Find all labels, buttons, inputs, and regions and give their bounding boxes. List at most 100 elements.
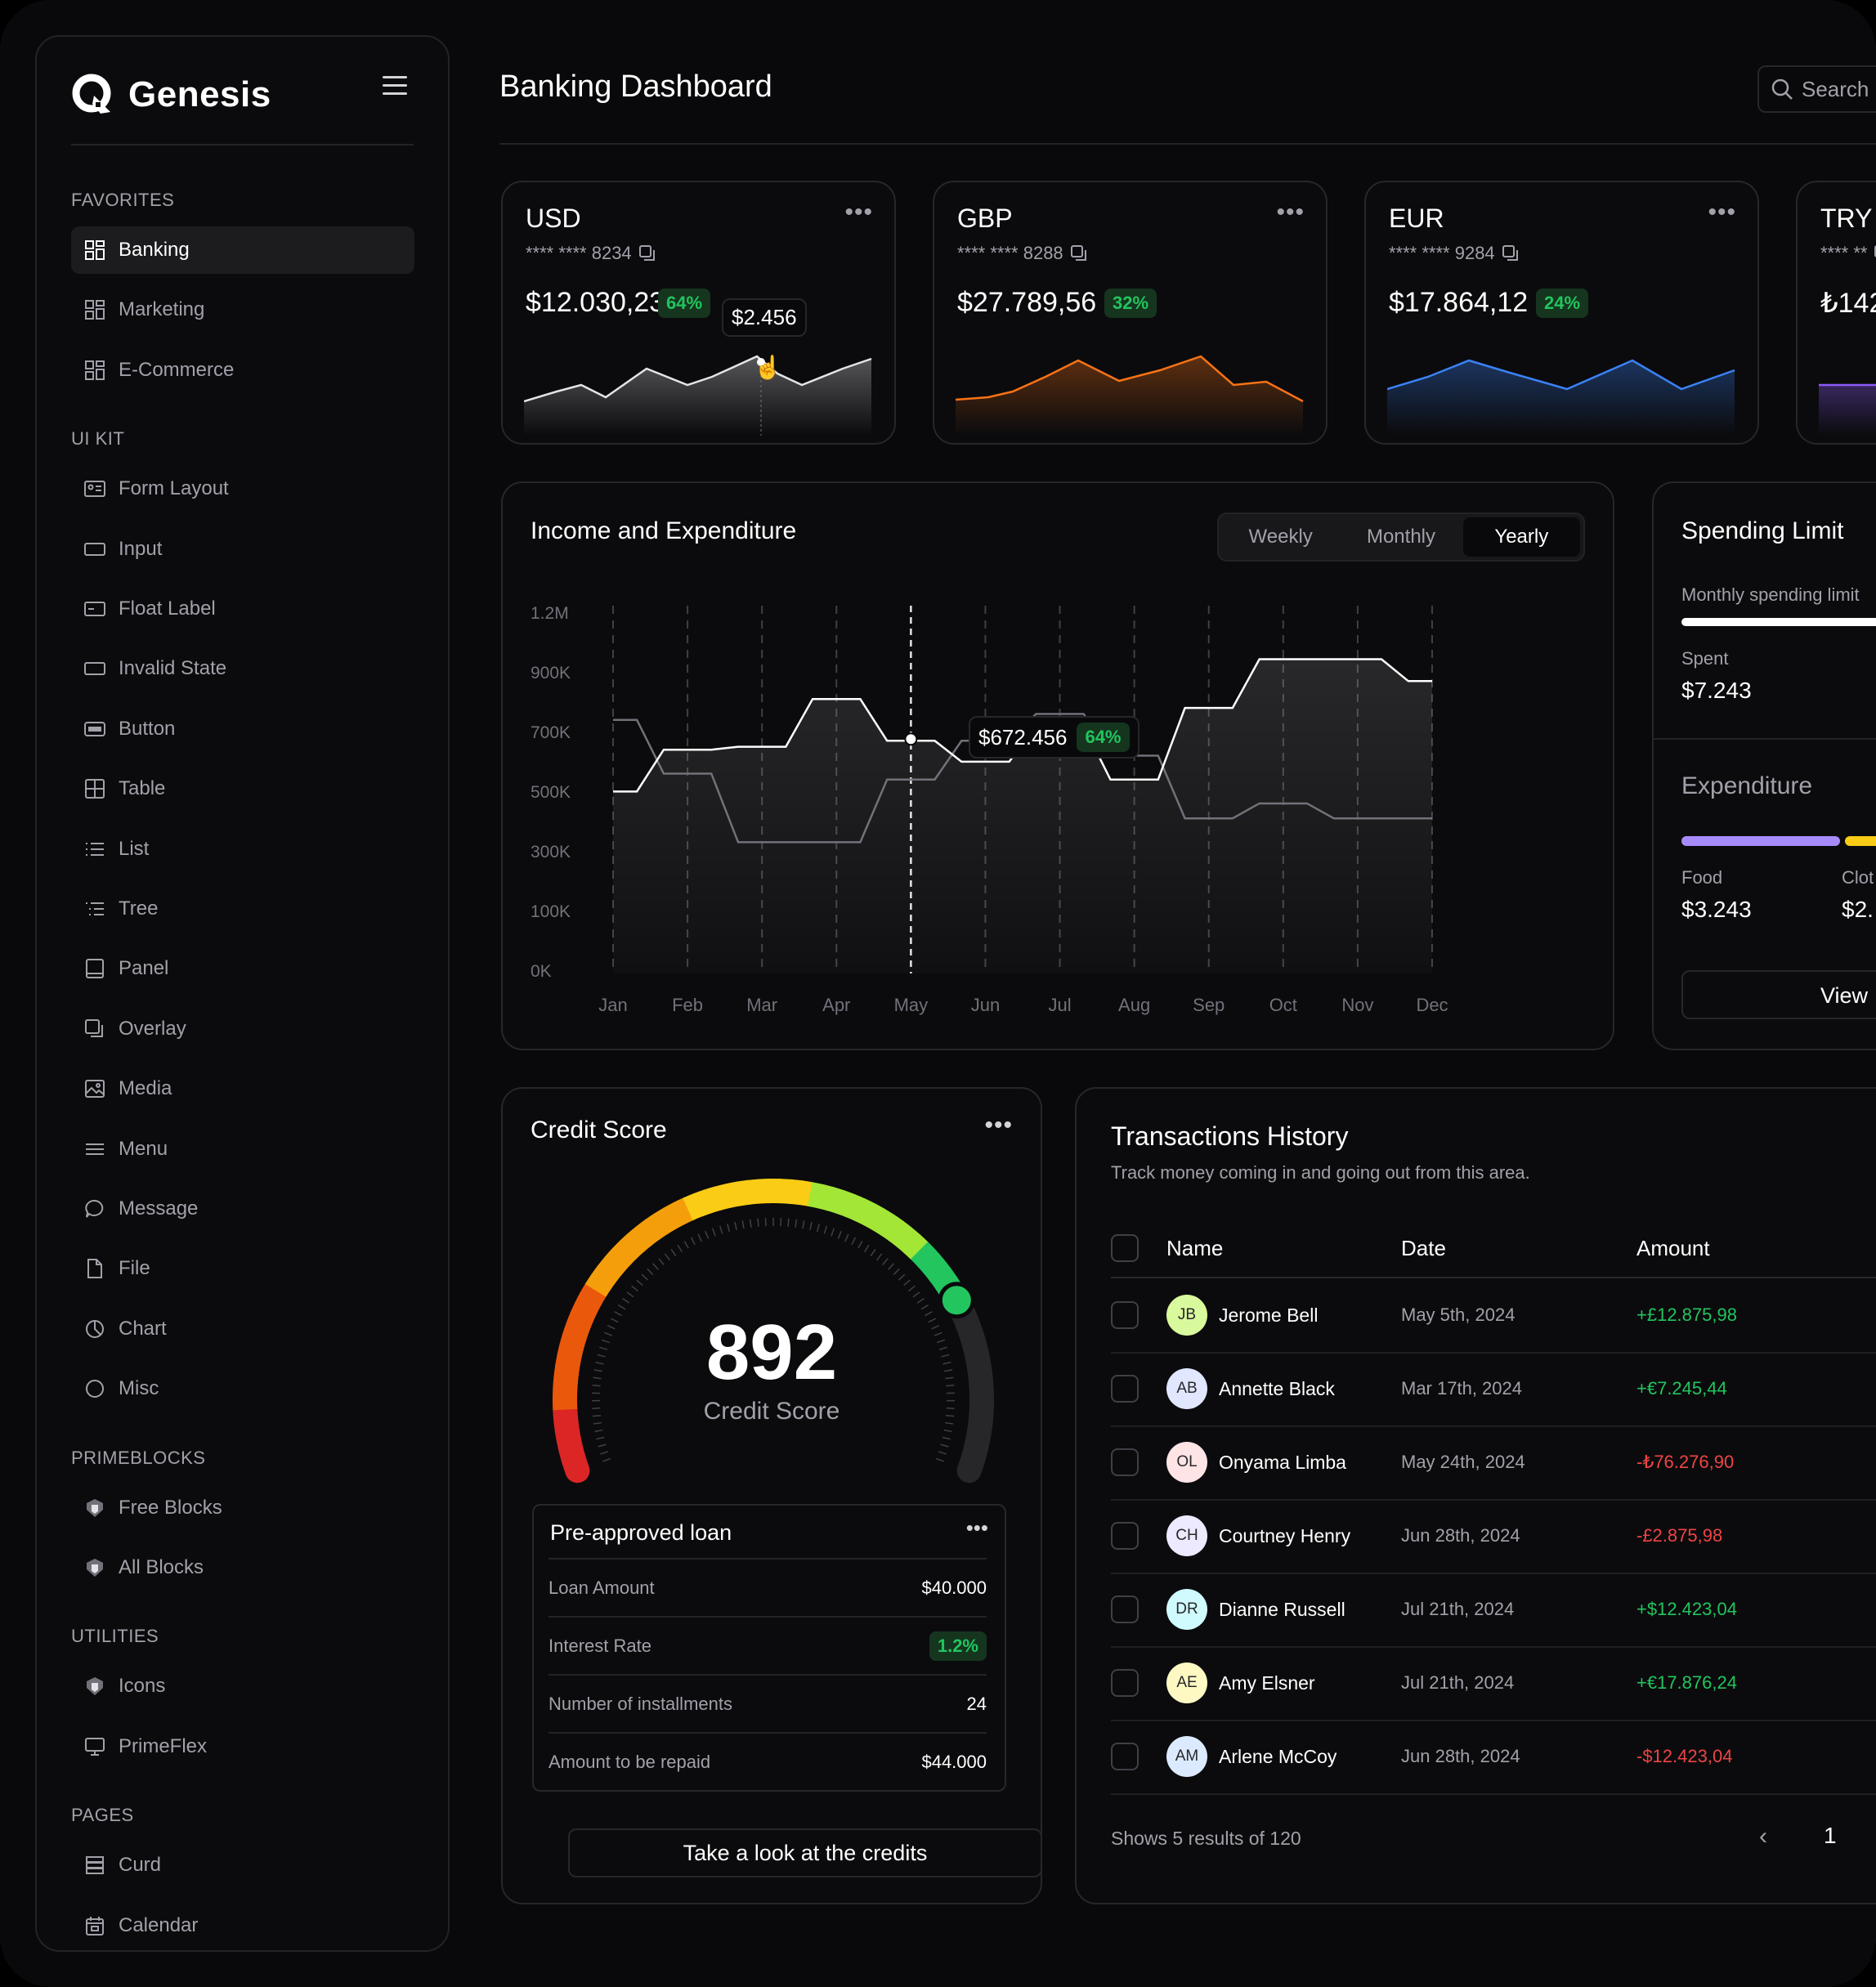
sparkline-area — [1819, 385, 1876, 436]
table-row[interactable]: DR Dianne Russell Jul 21th, 2024 +$12.42… — [1111, 1573, 1876, 1648]
sidebar-item-calendar[interactable]: Calendar — [71, 1902, 414, 1949]
sidebar-item-menu[interactable]: Menu — [71, 1126, 414, 1173]
currency-card-gbp[interactable]: GBP ••• **** **** 8288 $27.789,56 32% — [933, 181, 1328, 445]
sidebar-item-label: Table — [119, 777, 166, 800]
gauge-tick — [622, 1297, 630, 1304]
sidebar-item-curd[interactable]: Curd — [71, 1842, 414, 1889]
gauge-tick — [647, 1268, 654, 1276]
table-row[interactable]: AM Arlene McCoy Jun 28th, 2024 -$12.423,… — [1111, 1720, 1876, 1795]
row-checkbox[interactable] — [1111, 1743, 1139, 1770]
sidebar-item-overlay[interactable]: Overlay — [71, 1005, 414, 1053]
sidebar-item-label: Media — [119, 1077, 172, 1100]
gauge-fill-segment — [808, 1182, 825, 1209]
table-row[interactable]: AE Amy Elsner Jul 21th, 2024 +€17.876,24 — [1111, 1646, 1876, 1721]
currency-card-usd[interactable]: USD ••• **** **** 8234 $12.030,23 64% $2… — [501, 181, 896, 445]
row-checkbox[interactable] — [1111, 1595, 1139, 1623]
row-date: Jul 21th, 2024 — [1401, 1672, 1515, 1693]
sidebar-item-misc[interactable]: Misc — [71, 1365, 414, 1412]
currency-card-eur[interactable]: EUR ••• **** **** 9284 $17.864,12 24% — [1364, 181, 1759, 445]
form-icon — [84, 478, 105, 499]
table-row[interactable]: AB Annette Black Mar 17th, 2024 +€7.245,… — [1111, 1352, 1876, 1427]
view-button[interactable]: View — [1681, 970, 1876, 1019]
row-amount: -$12.423,04 — [1636, 1746, 1733, 1766]
table-row[interactable]: JB Jerome Bell May 5th, 2024 +£12.875,98 — [1111, 1278, 1876, 1354]
loan-more-icon[interactable]: ••• — [966, 1515, 988, 1541]
sidebar-item-tree[interactable]: Tree — [71, 885, 414, 933]
credits-button[interactable]: Take a look at the credits — [568, 1828, 1041, 1877]
float-label-icon — [84, 598, 105, 620]
sidebar-item-marketing[interactable]: Marketing — [71, 286, 414, 333]
sidebar-item-message[interactable]: Message — [71, 1185, 414, 1233]
sidebar-item-chart[interactable]: Chart — [71, 1305, 414, 1353]
gauge-tick — [757, 1218, 759, 1227]
credit-more-icon[interactable]: ••• — [984, 1112, 1013, 1139]
card-more-icon[interactable]: ••• — [844, 199, 873, 226]
gauge-tick — [912, 1291, 920, 1298]
copy-icon[interactable] — [1502, 244, 1520, 262]
table-row[interactable]: OL Onyama Limba May 24th, 2024 -₺76.276,… — [1111, 1425, 1876, 1501]
gauge-tick — [888, 1263, 894, 1270]
sidebar-section-title: PAGES — [71, 1805, 134, 1826]
copy-icon[interactable] — [638, 244, 656, 262]
gauge-tick — [690, 1237, 696, 1246]
sidebar-item-label: Misc — [119, 1377, 159, 1400]
sidebar-item-icons[interactable]: Icons — [71, 1663, 414, 1710]
loan-row: Interest Rate 1.2% — [548, 1616, 987, 1675]
limit-bar — [1681, 618, 1876, 626]
search-input[interactable]: Search — [1757, 65, 1876, 113]
row-checkbox[interactable] — [1111, 1301, 1139, 1329]
row-checkbox[interactable] — [1111, 1375, 1139, 1403]
x-tick-label: Aug — [1118, 995, 1151, 1015]
sidebar-item-primeflex[interactable]: PrimeFlex — [71, 1723, 414, 1770]
transactions-subtitle: Track money coming in and going out from… — [1111, 1162, 1530, 1183]
sidebar-item-all-blocks[interactable]: All Blocks — [71, 1544, 414, 1591]
sidebar-item-button[interactable]: Button — [71, 705, 414, 753]
copy-icon[interactable] — [1070, 244, 1088, 262]
sidebar-item-input[interactable]: Input — [71, 526, 414, 573]
card-more-icon[interactable]: ••• — [1708, 199, 1736, 226]
sidebar-item-free-blocks[interactable]: Free Blocks — [71, 1484, 414, 1532]
sidebar-item-file[interactable]: File — [71, 1245, 414, 1292]
currency-card-try[interactable]: TRY ••• **** ** ₺142 — [1796, 181, 1876, 445]
gauge-fill-segment — [757, 1179, 771, 1204]
menu-toggle-icon[interactable] — [383, 76, 407, 97]
row-checkbox[interactable] — [1111, 1448, 1139, 1476]
card-more-icon[interactable]: ••• — [1276, 199, 1305, 226]
sidebar-item-e-commerce[interactable]: E-Commerce — [71, 347, 414, 394]
row-amount: +€17.876,24 — [1636, 1672, 1737, 1693]
sidebar-item-float-label[interactable]: Float Label — [71, 585, 414, 633]
gauge-fill-segment — [724, 1181, 741, 1208]
page-title: Banking Dashboard — [499, 69, 772, 104]
avatar: OL — [1166, 1442, 1207, 1483]
sidebar-item-media[interactable]: Media — [71, 1065, 414, 1112]
sidebar-item-banking[interactable]: Banking — [71, 226, 414, 274]
sidebar-item-list[interactable]: List — [71, 826, 414, 873]
gauge-tick — [875, 1253, 883, 1261]
gauge-tick — [851, 1237, 857, 1246]
sidebar-item-table[interactable]: Table — [71, 765, 414, 812]
tooltip-change: 64% — [1077, 723, 1130, 752]
row-checkbox[interactable] — [1111, 1522, 1139, 1550]
pagination-page[interactable]: 1 — [1824, 1823, 1837, 1849]
gauge-fill-segment — [896, 1227, 921, 1254]
row-date: Mar 17th, 2024 — [1401, 1378, 1522, 1399]
circle-icon — [84, 1378, 105, 1399]
select-all-checkbox[interactable] — [1111, 1234, 1139, 1262]
sidebar-item-panel[interactable]: Panel — [71, 945, 414, 992]
logo[interactable]: Genesis — [71, 69, 271, 120]
sidebar-item-form-layout[interactable]: Form Layout — [71, 465, 414, 512]
header-divider — [499, 143, 1876, 145]
avatar: JB — [1166, 1295, 1207, 1336]
row-checkbox[interactable] — [1111, 1669, 1139, 1697]
table-row[interactable]: CH Courtney Henry Jun 28th, 2024 -£2.875… — [1111, 1499, 1876, 1574]
loan-row-value: 1.2% — [929, 1631, 987, 1661]
row-name: Arlene McCoy — [1219, 1745, 1337, 1767]
card-balance: $17.864,12 — [1389, 287, 1529, 318]
sidebar-section-title: UI KIT — [71, 428, 125, 450]
pagination-prev-icon[interactable]: ‹ — [1759, 1823, 1767, 1851]
sidebar-item-invalid-state[interactable]: Invalid State — [71, 645, 414, 692]
gauge-tick — [602, 1457, 611, 1462]
income-expenditure-card: Income and Expenditure Weekly Monthly Ye… — [501, 481, 1614, 1050]
sparkline-area — [524, 356, 871, 436]
row-name-cell: AM Arlene McCoy — [1166, 1736, 1336, 1777]
